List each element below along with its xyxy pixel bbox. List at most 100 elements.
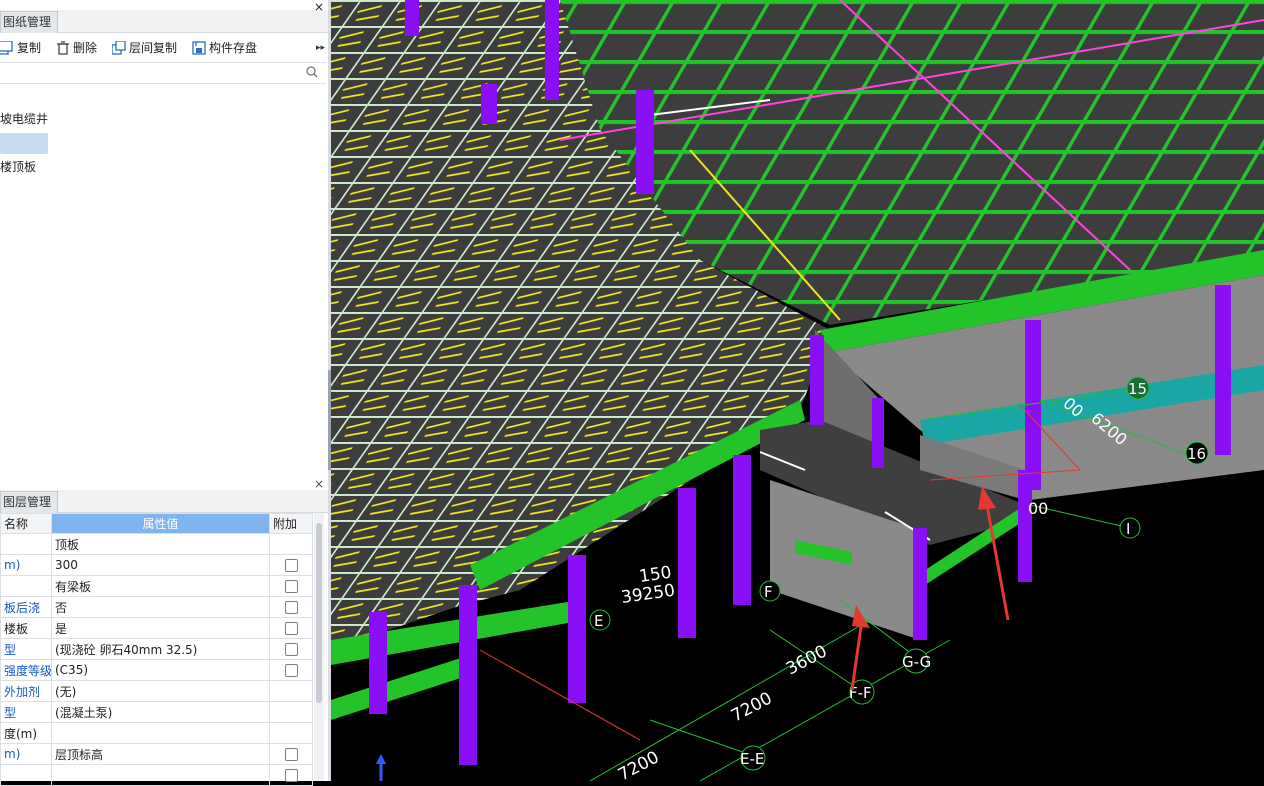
column-header-extra: 附加: [269, 513, 313, 534]
property-name: 强度等级: [0, 659, 52, 681]
axis-marker-ee[interactable]: E-E: [740, 745, 766, 771]
property-name: [0, 533, 52, 555]
column-header-value: 属性值: [51, 513, 270, 534]
axis-marker-i[interactable]: I: [1119, 517, 1141, 539]
property-row[interactable]: 型 (混凝土泵): [0, 701, 313, 723]
property-value[interactable]: [51, 764, 270, 786]
property-value[interactable]: (现浇砼 卵石40mm 32.5): [51, 638, 270, 660]
property-row[interactable]: m) 层顶标高: [0, 743, 313, 765]
property-value[interactable]: 否: [51, 596, 270, 618]
property-value[interactable]: 层顶标高: [51, 743, 270, 765]
property-extra-checkbox[interactable]: [284, 622, 298, 635]
search-input[interactable]: [0, 62, 326, 84]
property-row[interactable]: [0, 764, 313, 786]
properties-scrollbar[interactable]: [314, 513, 324, 781]
property-row[interactable]: 强度等级 (C35): [0, 659, 313, 681]
tree-item-selected[interactable]: [0, 133, 48, 154]
axis-label: 15: [1128, 380, 1147, 398]
dimension-text: 00: [1028, 499, 1048, 518]
axis-label: G-G: [902, 653, 931, 671]
axis-marker-16[interactable]: 16: [1185, 441, 1209, 465]
column[interactable]: [678, 488, 696, 638]
property-extra-cell: [269, 596, 313, 618]
floor-copy-button[interactable]: 层间复制: [111, 36, 178, 60]
property-name: m): [0, 554, 52, 576]
property-row[interactable]: 型 (现浇砼 卵石40mm 32.5): [0, 638, 313, 660]
property-extra-cell: [269, 554, 313, 576]
property-value[interactable]: [51, 722, 270, 744]
property-value[interactable]: 顶板: [51, 533, 270, 555]
column[interactable]: [545, 0, 559, 100]
property-row[interactable]: 度(m): [0, 722, 313, 744]
layers-panel-tab[interactable]: 图层管理: [0, 491, 59, 513]
property-extra-checkbox[interactable]: [284, 580, 298, 593]
drawings-panel-tab[interactable]: 图纸管理: [0, 11, 59, 33]
property-extra-cell: [269, 764, 313, 786]
column[interactable]: [733, 455, 751, 605]
property-value[interactable]: (无): [51, 680, 270, 702]
floor-copy-label: 层间复制: [129, 41, 178, 55]
column[interactable]: [481, 84, 497, 124]
copy-icon: [0, 40, 13, 55]
property-name: [0, 764, 52, 786]
floor-copy-icon: [111, 40, 126, 55]
property-extra-checkbox[interactable]: [284, 664, 298, 677]
layers-panel-header: 图层管理: [0, 490, 328, 513]
property-extra-cell: [269, 743, 313, 765]
toolbar-more-icon[interactable]: ▸▸: [316, 36, 325, 60]
property-extra-checkbox[interactable]: [284, 748, 298, 761]
property-extra-checkbox[interactable]: [284, 559, 298, 572]
axis-marker-15[interactable]: 15: [1126, 376, 1150, 400]
drawings-panel-close-icon[interactable]: ×: [314, 0, 328, 14]
axis-label: 16: [1187, 445, 1206, 463]
property-row[interactable]: 顶板: [0, 533, 313, 555]
scrollbar-thumb[interactable]: [316, 523, 322, 703]
tree-item-cable-shaft[interactable]: 坡电缆井: [0, 109, 48, 129]
copy-label: 复制: [17, 41, 42, 55]
column[interactable]: [1018, 470, 1032, 582]
layers-panel-close-icon[interactable]: ×: [314, 477, 324, 491]
property-name: 楼板: [0, 617, 52, 639]
column[interactable]: [913, 528, 927, 640]
property-value[interactable]: (C35): [51, 659, 270, 681]
column[interactable]: [459, 585, 477, 765]
axis-marker-e[interactable]: E: [589, 609, 611, 631]
property-row[interactable]: 板后浇否: [0, 596, 313, 618]
axis-marker-gg[interactable]: G-G: [902, 648, 931, 674]
axis-label: I: [1126, 520, 1130, 538]
tree-item-roof-slab[interactable]: 楼顶板: [0, 157, 36, 177]
property-row[interactable]: 外加剂 (无): [0, 680, 313, 702]
3d-model-viewport[interactable]: 150 39250 3600 7200 7200 00 6200 00 F E …: [331, 0, 1264, 781]
column[interactable]: [810, 335, 824, 425]
column[interactable]: [369, 612, 387, 714]
column[interactable]: [636, 90, 654, 194]
search-icon[interactable]: [306, 66, 318, 78]
property-value[interactable]: 是: [51, 617, 270, 639]
property-row[interactable]: m) 300: [0, 554, 313, 576]
property-value[interactable]: 300: [51, 554, 270, 576]
property-extra-checkbox[interactable]: [284, 769, 298, 782]
drawings-panel-header: 图纸管理: [0, 10, 328, 33]
property-value[interactable]: 有梁板: [51, 575, 270, 597]
copy-button[interactable]: 复制: [0, 36, 41, 60]
delete-button[interactable]: 删除: [56, 36, 97, 60]
column[interactable]: [405, 0, 419, 36]
left-panel: 图纸管理 × 复制 删除 层间复制 构件存盘 ▸▸ 坡电缆井 楼顶板 图层管理 …: [0, 0, 328, 786]
save-component-button[interactable]: 构件存盘: [192, 36, 257, 60]
property-value[interactable]: (混凝土泵): [51, 701, 270, 723]
property-name: 度(m): [0, 722, 52, 744]
property-extra-checkbox[interactable]: [284, 601, 298, 614]
property-row[interactable]: 楼板是: [0, 617, 313, 639]
property-extra-checkbox[interactable]: [284, 643, 298, 656]
property-name: 型: [0, 638, 52, 660]
properties-header-row: 名称 属性值 附加: [0, 513, 313, 534]
column-header-name: 名称: [0, 513, 52, 534]
column[interactable]: [1215, 285, 1231, 455]
property-extra-cell: [269, 680, 313, 702]
3d-model-canvas[interactable]: 150 39250 3600 7200 7200 00 6200 00 F E …: [331, 0, 1264, 781]
axis-marker-f[interactable]: F: [759, 580, 781, 602]
property-name: m): [0, 743, 52, 765]
property-row[interactable]: 有梁板: [0, 575, 313, 597]
column[interactable]: [568, 555, 586, 703]
column[interactable]: [872, 398, 884, 468]
